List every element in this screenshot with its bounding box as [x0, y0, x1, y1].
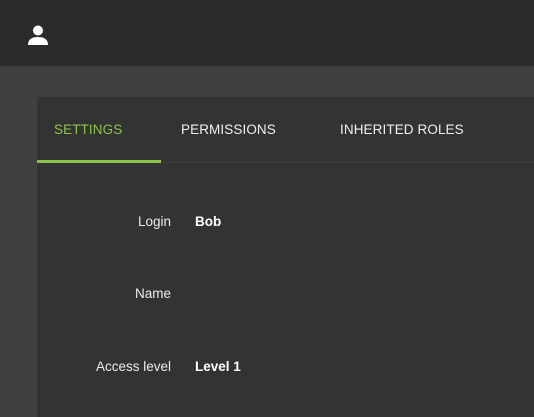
login-value: Bob — [195, 214, 222, 229]
user-icon[interactable] — [27, 24, 49, 46]
access-level-row: Access level Level 1 — [37, 359, 534, 379]
user-settings-panel: SETTINGS PERMISSIONS INHERITED ROLES Log… — [37, 97, 534, 417]
top-bar — [0, 0, 534, 66]
login-label: Login — [137, 214, 171, 229]
active-tab-indicator — [37, 160, 161, 163]
access-level-value: Level 1 — [195, 359, 241, 374]
tab-settings[interactable]: SETTINGS — [54, 122, 122, 162]
name-label: Name — [134, 286, 171, 301]
tab-inherited-roles[interactable]: INHERITED ROLES — [340, 122, 464, 162]
access-level-label: Access level — [95, 359, 171, 374]
tab-bar: SETTINGS PERMISSIONS INHERITED ROLES — [37, 97, 534, 163]
app-frame: SETTINGS PERMISSIONS INHERITED ROLES Log… — [0, 0, 534, 417]
tab-permissions[interactable]: PERMISSIONS — [181, 122, 276, 162]
login-row: Login Bob — [37, 214, 534, 234]
name-row: Name — [37, 286, 534, 306]
